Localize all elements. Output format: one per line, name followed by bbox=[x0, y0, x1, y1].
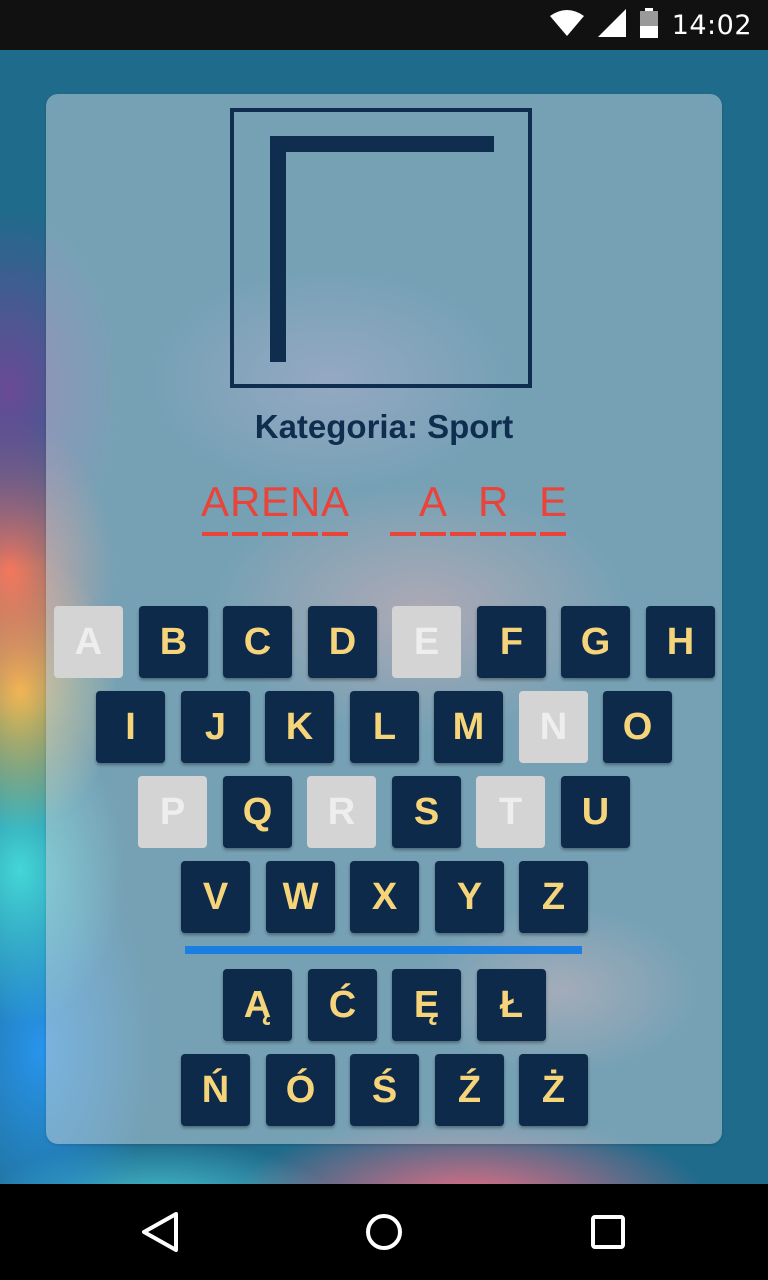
key-M[interactable]: M bbox=[434, 691, 503, 763]
letter-slot bbox=[508, 478, 538, 536]
hangman-drawing bbox=[230, 108, 532, 388]
key-R: R bbox=[307, 776, 376, 848]
key-Z[interactable]: Z bbox=[519, 861, 588, 933]
category-label: Kategoria: Sport bbox=[254, 408, 514, 445]
key-Ś[interactable]: Ś bbox=[350, 1054, 419, 1126]
key-K[interactable]: K bbox=[265, 691, 334, 763]
key-B[interactable]: B bbox=[139, 606, 208, 678]
letter-slot: A bbox=[320, 478, 350, 536]
key-D[interactable]: D bbox=[308, 606, 377, 678]
key-Y[interactable]: Y bbox=[435, 861, 504, 933]
key-V[interactable]: V bbox=[181, 861, 250, 933]
key-Ó[interactable]: Ó bbox=[266, 1054, 335, 1126]
key-S[interactable]: S bbox=[392, 776, 461, 848]
letter-slot: E bbox=[260, 478, 290, 536]
key-Ł[interactable]: Ł bbox=[477, 969, 546, 1041]
letter-slot: A bbox=[418, 478, 448, 536]
letter-slot: R bbox=[478, 478, 508, 536]
word-puzzle: A R E N A A R E bbox=[0, 478, 768, 536]
gallows-beam bbox=[270, 136, 494, 152]
key-Ź[interactable]: Ź bbox=[435, 1054, 504, 1126]
key-Ć[interactable]: Ć bbox=[308, 969, 377, 1041]
key-F[interactable]: F bbox=[477, 606, 546, 678]
letter-slot bbox=[388, 478, 418, 536]
key-Q[interactable]: Q bbox=[223, 776, 292, 848]
key-Ń[interactable]: Ń bbox=[181, 1054, 250, 1126]
clock: 14:02 bbox=[671, 9, 752, 41]
letter-slot bbox=[448, 478, 478, 536]
key-Ż[interactable]: Ż bbox=[519, 1054, 588, 1126]
key-Ą[interactable]: Ą bbox=[223, 969, 292, 1041]
key-H[interactable]: H bbox=[646, 606, 715, 678]
key-P: P bbox=[138, 776, 207, 848]
signal-icon bbox=[597, 8, 626, 42]
polish-letters-divider bbox=[185, 946, 582, 954]
status-bar: 14:02 bbox=[0, 0, 768, 50]
key-Ę[interactable]: Ę bbox=[392, 969, 461, 1041]
home-icon bbox=[366, 1214, 402, 1250]
recents-button[interactable] bbox=[584, 1208, 632, 1256]
letter-slot: A bbox=[200, 478, 230, 536]
key-E: E bbox=[392, 606, 461, 678]
battery-icon bbox=[639, 7, 658, 43]
word-2: A R E bbox=[388, 478, 568, 536]
key-X[interactable]: X bbox=[350, 861, 419, 933]
key-A: A bbox=[54, 606, 123, 678]
key-O[interactable]: O bbox=[603, 691, 672, 763]
key-T: T bbox=[476, 776, 545, 848]
word-gap bbox=[350, 478, 388, 534]
letter-slot: E bbox=[538, 478, 568, 536]
back-icon bbox=[142, 1212, 178, 1252]
letter-slot: N bbox=[290, 478, 320, 536]
key-I[interactable]: I bbox=[96, 691, 165, 763]
key-J[interactable]: J bbox=[181, 691, 250, 763]
home-button[interactable] bbox=[360, 1208, 408, 1256]
key-N: N bbox=[519, 691, 588, 763]
gallows-post bbox=[270, 136, 286, 362]
back-button[interactable] bbox=[136, 1208, 184, 1256]
letter-slot: R bbox=[230, 478, 260, 536]
wifi-icon bbox=[549, 9, 584, 41]
key-W[interactable]: W bbox=[266, 861, 335, 933]
key-L[interactable]: L bbox=[350, 691, 419, 763]
key-C[interactable]: C bbox=[223, 606, 292, 678]
key-U[interactable]: U bbox=[561, 776, 630, 848]
key-G[interactable]: G bbox=[561, 606, 630, 678]
word-1: A R E N A bbox=[200, 478, 350, 536]
recents-icon bbox=[591, 1215, 625, 1249]
